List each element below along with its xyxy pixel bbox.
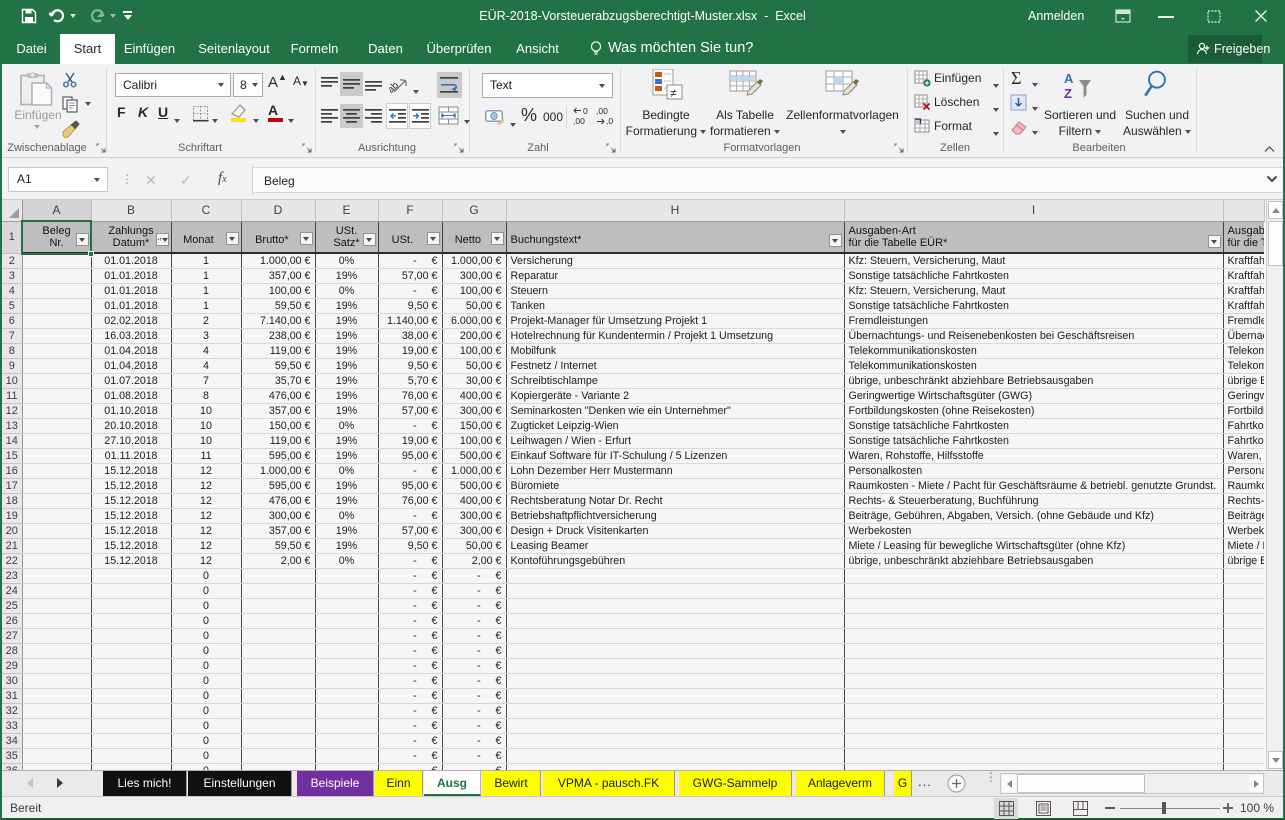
- svg-text:,00: ,00: [573, 116, 585, 126]
- svg-text:Z: Z: [1064, 86, 1072, 101]
- svg-text:0: 0: [583, 106, 588, 116]
- svg-text:,0: ,0: [606, 116, 613, 126]
- svg-text:A: A: [1064, 71, 1074, 86]
- svg-text:ab: ab: [389, 80, 401, 95]
- svg-text:,00: ,00: [596, 106, 608, 116]
- svg-text:≠: ≠: [670, 86, 677, 100]
